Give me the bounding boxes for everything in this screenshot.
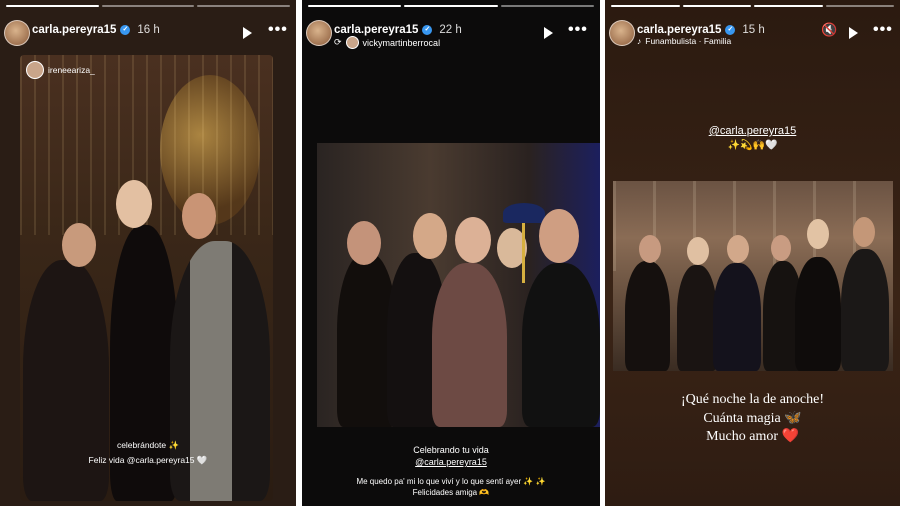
story-photo — [317, 143, 600, 427]
person-3 — [713, 263, 761, 371]
person-3 — [432, 263, 507, 427]
lamp — [503, 203, 545, 223]
person-2-head — [687, 237, 709, 265]
more-icon[interactable]: ••• — [568, 22, 588, 38]
text-line-1: ¡Qué noche la de anoche! — [680, 392, 825, 407]
text-line-3: Mucho amor ❤️ — [706, 429, 799, 444]
caption-line-2: Feliz vida @carla.pereyra15 🤍 — [88, 455, 208, 465]
person-middle-head — [116, 180, 152, 228]
avatar[interactable] — [306, 20, 332, 46]
repost-icon: ⟳ — [334, 37, 342, 47]
story-progress — [308, 5, 594, 7]
story-progress — [611, 5, 894, 7]
person-1-head — [347, 221, 381, 265]
person-6-head — [853, 217, 875, 247]
verified-icon: ✓ — [422, 25, 433, 35]
person-right-head — [182, 193, 216, 239]
username[interactable]: carla.pereyra15 — [334, 24, 418, 36]
repost-line[interactable]: ⟳ vickymartinberrocal — [334, 36, 440, 49]
story-time: 15 h — [742, 24, 765, 36]
text-line-2: Cuánta magia 🦋 — [703, 411, 802, 426]
more-icon[interactable]: ••• — [268, 22, 288, 38]
person-5 — [522, 263, 600, 427]
music-icon: ♪ — [637, 36, 642, 46]
person-1-head — [639, 235, 661, 263]
person-6 — [841, 249, 889, 371]
story-time: 16 h — [137, 24, 160, 36]
mute-icon[interactable]: 🔇 — [821, 22, 837, 38]
story-card-3[interactable]: carla.pereyra15 ✓ 15 h ♪ Funambulista · … — [605, 0, 900, 506]
caption-line-1: celebrándote ✨ — [116, 440, 180, 450]
repost-avatar — [345, 36, 359, 49]
tagged-username[interactable]: ireneeariza_ — [48, 65, 95, 75]
story-progress — [6, 5, 291, 7]
verified-icon: ✓ — [120, 25, 131, 35]
story-photo — [20, 55, 273, 501]
person-3-head — [455, 217, 491, 263]
person-3-head — [727, 235, 749, 263]
person-4-head — [771, 235, 791, 261]
person-2-head — [413, 213, 447, 259]
caption-line-4: Felicidades amiga 🫶 — [412, 488, 490, 497]
story-photo — [613, 181, 893, 371]
play-icon[interactable] — [544, 27, 553, 39]
story-header[interactable]: carla.pereyra15 ✓ 15 h — [637, 24, 765, 36]
verified-icon: ✓ — [725, 25, 736, 35]
caption-line-3: Me quedo pa' mi lo que viví y lo que sen… — [356, 477, 546, 486]
tagged-avatar — [26, 61, 44, 79]
person-5 — [795, 257, 841, 371]
story-card-2[interactable]: carla.pereyra15 ✓ 22 h ⟳ vickymartinberr… — [302, 0, 600, 506]
story-time: 22 h — [439, 24, 462, 36]
story-card-1[interactable]: carla.pereyra15 ✓ 16 h ••• ireneeariza_ … — [0, 0, 296, 506]
play-icon[interactable] — [849, 27, 858, 39]
username[interactable]: carla.pereyra15 — [32, 24, 116, 36]
person-5-head — [807, 219, 829, 249]
story-header[interactable]: carla.pereyra15 ✓ 16 h — [32, 24, 160, 36]
mention-sticker[interactable]: @carla.pereyra15 — [605, 125, 900, 137]
music-line[interactable]: ♪ Funambulista · Familia — [637, 36, 731, 46]
person-5-head — [539, 209, 579, 263]
avatar[interactable] — [4, 20, 30, 46]
person-2 — [677, 265, 717, 371]
person-left-head — [62, 223, 96, 267]
caption-line-1: Celebrando tu vida — [413, 445, 489, 455]
tagged-user[interactable]: ireneeariza_ — [26, 61, 95, 79]
person-1 — [625, 261, 670, 371]
lamp-stem — [522, 223, 525, 283]
emoji-line: ✨💫🙌🤍 — [727, 140, 778, 151]
play-icon[interactable] — [243, 27, 252, 39]
more-icon[interactable]: ••• — [873, 22, 893, 38]
caption-mention[interactable]: @carla.pereyra15 — [302, 457, 600, 467]
avatar[interactable] — [609, 20, 635, 46]
story-header[interactable]: carla.pereyra15 ✓ 22 h — [334, 24, 462, 36]
repost-username[interactable]: vickymartinberrocal — [363, 38, 441, 48]
username[interactable]: carla.pereyra15 — [637, 24, 721, 36]
music-title[interactable]: Funambulista · Familia — [645, 36, 731, 46]
